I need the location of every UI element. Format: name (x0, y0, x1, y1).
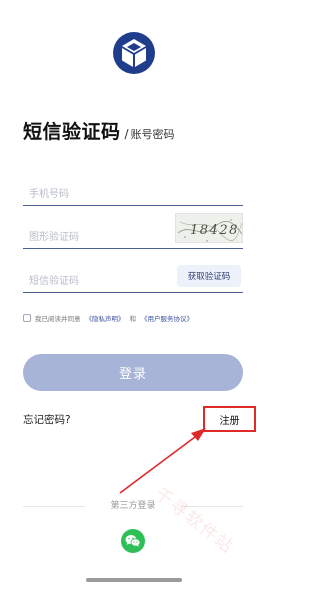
captcha-noise: 18428 (177, 219, 242, 242)
agree-checkbox[interactable] (23, 314, 31, 322)
home-indicator (86, 578, 182, 582)
forgot-password-link[interactable]: 忘记密码? (23, 412, 71, 427)
sms-code-input[interactable] (27, 275, 171, 288)
privacy-link[interactable]: 《隐私声明》 (86, 313, 125, 323)
wechat-icon (125, 535, 141, 547)
graphic-code-field: 18428 (23, 213, 243, 249)
app-logo-icon (113, 32, 155, 74)
get-code-button[interactable]: 获取验证码 (177, 265, 241, 287)
title-separator: / (124, 127, 129, 141)
agreement-row: 我已阅读并同意 《隐私声明》 和 《用户服务协议》 (23, 313, 193, 323)
divider-right (181, 506, 243, 507)
graphic-code-input[interactable] (27, 231, 171, 244)
wechat-login-button[interactable] (121, 529, 145, 553)
watermark: 千寻软件站 (150, 483, 238, 559)
page-title: 短信验证码 (23, 121, 121, 143)
captcha-text: 18428 (190, 223, 239, 238)
login-mode-switch: 短信验证码 / 账号密码 (23, 117, 175, 144)
third-party-divider: 第三方登录 (23, 499, 243, 513)
captcha-image[interactable]: 18428 (175, 213, 243, 243)
terms-link[interactable]: 《用户服务协议》 (141, 313, 193, 323)
account-password-tab[interactable]: 账号密码 (131, 126, 175, 142)
login-button[interactable]: 登录 (23, 354, 243, 391)
agree-and-text: 和 (129, 315, 137, 323)
phone-field (23, 181, 243, 206)
agree-label: 我已阅读并同意 (35, 315, 81, 323)
phone-input[interactable] (27, 188, 171, 201)
register-label: 注册 (219, 415, 240, 427)
sms-code-field: 获取验证码 (23, 265, 243, 293)
register-button[interactable]: 注册 (203, 406, 256, 432)
